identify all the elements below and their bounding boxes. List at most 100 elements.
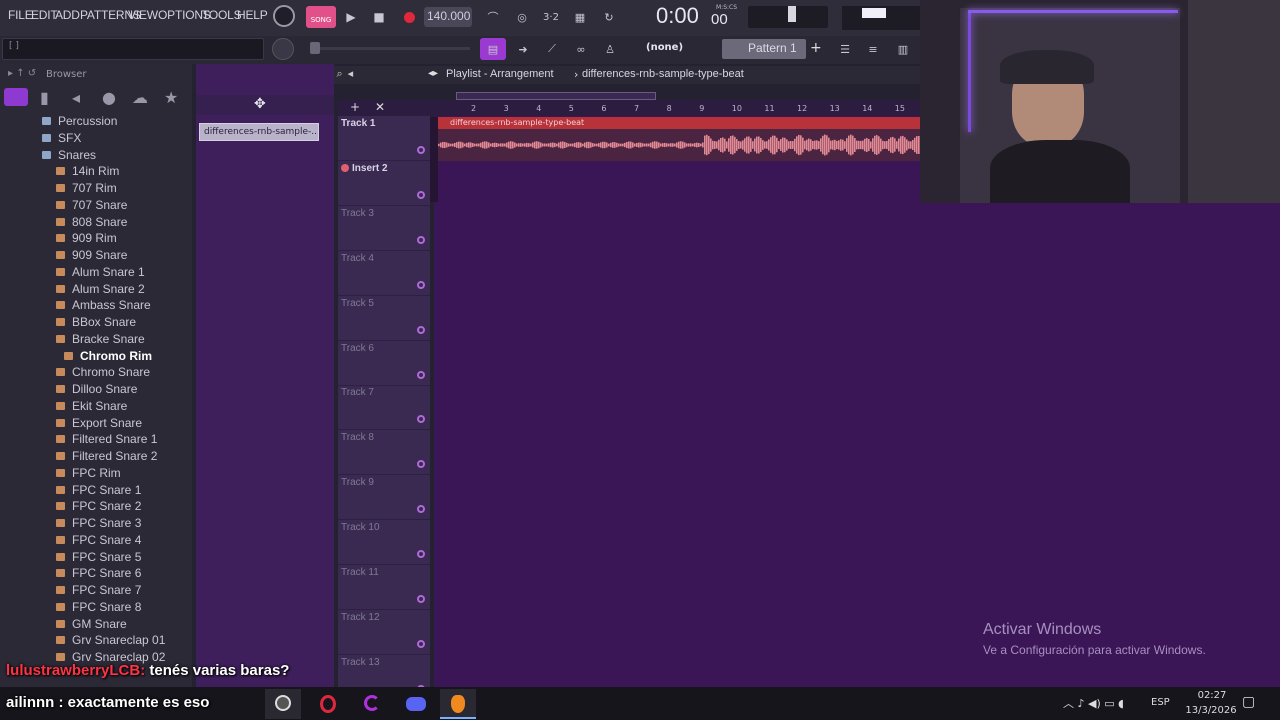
stamp-icon[interactable]: ♙: [597, 38, 623, 60]
track-header[interactable]: Track 6: [338, 341, 430, 386]
browser-item[interactable]: FPC Snare 2: [0, 498, 190, 515]
track-header[interactable]: Track 5: [338, 296, 430, 341]
browser-item[interactable]: Chromo Rim: [0, 348, 190, 365]
record-button[interactable]: [396, 6, 422, 28]
browser-item[interactable]: BBox Snare: [0, 314, 190, 331]
browser-item[interactable]: Ekit Snare: [0, 398, 190, 415]
browser-item[interactable]: 909 Rim: [0, 230, 190, 247]
snap-selector[interactable]: (none): [646, 42, 683, 53]
menu-help[interactable]: HELP: [237, 8, 268, 22]
taskbar-app-discord[interactable]: [398, 689, 434, 719]
track-mute-icon[interactable]: [417, 280, 425, 289]
browser-item[interactable]: Alum Snare 1: [0, 264, 190, 281]
track-mute-icon[interactable]: [417, 146, 425, 154]
browser-item[interactable]: FPC Snare 3: [0, 515, 190, 532]
insert-record-icon[interactable]: [341, 163, 349, 172]
track-header[interactable]: Track 3: [338, 206, 430, 251]
song-position-slider[interactable]: [310, 42, 470, 54]
countdown-icon[interactable]: 3·2: [539, 6, 563, 28]
menu-view[interactable]: VIEW: [128, 8, 158, 22]
browser-filter-button[interactable]: [4, 88, 28, 106]
browser-item[interactable]: FPC Snare 1: [0, 482, 190, 499]
add-track-icon[interactable]: +: [350, 100, 360, 114]
browser-item[interactable]: Dilloo Snare: [0, 381, 190, 398]
file-icon[interactable]: ▮: [40, 88, 49, 107]
track-mute-icon[interactable]: [417, 639, 425, 648]
clock-time[interactable]: 02:27: [1186, 690, 1238, 701]
menu-file[interactable]: FILE: [8, 8, 33, 22]
channel-rack-icon[interactable]: ≡: [860, 38, 886, 60]
browser-item[interactable]: FPC Snare 6: [0, 565, 190, 582]
loop-region[interactable]: [456, 92, 656, 100]
star-icon[interactable]: ★: [164, 88, 178, 107]
picker-expand-icon[interactable]: ✥: [254, 96, 266, 112]
track-mute-icon[interactable]: [417, 325, 425, 334]
browser-item[interactable]: 909 Snare: [0, 247, 190, 264]
browser-item[interactable]: 808 Snare: [0, 214, 190, 231]
track-mute-icon[interactable]: [417, 190, 425, 199]
master-pitch-knob[interactable]: [272, 38, 294, 60]
track-header[interactable]: Track 12: [338, 610, 430, 655]
playlist-icon[interactable]: ▤: [480, 38, 506, 60]
browser-item[interactable]: Export Snare: [0, 415, 190, 432]
play-icon[interactable]: ▶: [338, 6, 364, 28]
piano-roll-icon[interactable]: ▥: [890, 38, 916, 60]
browser-item[interactable]: 14in Rim: [0, 163, 190, 180]
track-mute-icon[interactable]: [417, 460, 425, 469]
link-icon[interactable]: ∞: [568, 38, 594, 60]
stop-icon[interactable]: ■: [366, 6, 392, 28]
track-mute-icon[interactable]: [417, 505, 425, 514]
track-header[interactable]: Track 11: [338, 565, 430, 610]
browser-item[interactable]: FPC Snare 4: [0, 532, 190, 549]
playlist-vscroll[interactable]: [430, 117, 438, 202]
collapse-icon[interactable]: ✕: [375, 100, 385, 114]
track-header[interactable]: Track 7: [338, 385, 430, 431]
track-header[interactable]: Track 1: [338, 116, 430, 161]
song-mode-toggle[interactable]: SONG: [306, 6, 336, 28]
browser-item[interactable]: Grv Snareclap 01: [0, 632, 190, 649]
tray-icons[interactable]: ︿ ♪ ◀) ▭ ◖: [1063, 695, 1124, 711]
browser-item[interactable]: Alum Snare 2: [0, 281, 190, 298]
taskbar-app-obs[interactable]: [265, 689, 301, 719]
browser-folder[interactable]: SFX: [0, 130, 190, 147]
language-indicator[interactable]: ESP: [1151, 697, 1170, 708]
browser-folder[interactable]: Snares: [0, 147, 190, 164]
browser-item[interactable]: Filtered Snare 1: [0, 431, 190, 448]
picker-clip-item[interactable]: differences-rnb-sample-...: [199, 123, 319, 141]
track-mute-icon[interactable]: [417, 595, 425, 603]
browser-item[interactable]: Filtered Snare 2: [0, 448, 190, 465]
track-header[interactable]: Track 10: [338, 520, 430, 566]
taskbar-app-opera[interactable]: [310, 689, 346, 719]
loop-record-icon[interactable]: ↻: [597, 6, 621, 28]
clock-date[interactable]: 13/3/2026: [1180, 705, 1242, 716]
browser-item[interactable]: FPC Rim: [0, 465, 190, 482]
tool-icon[interactable]: ⟋: [539, 38, 565, 60]
browser-item[interactable]: GM Snare: [0, 616, 190, 633]
track-header[interactable]: Track 4: [338, 251, 430, 296]
mixer-icon[interactable]: ☰: [832, 38, 858, 60]
browser-item[interactable]: 707 Rim: [0, 180, 190, 197]
browser-item[interactable]: Ambass Snare: [0, 297, 190, 314]
browser-item[interactable]: FPC Snare 7: [0, 582, 190, 599]
browser-nav-icons[interactable]: ▸ ↑ ↺: [8, 68, 36, 79]
browser-folder[interactable]: Percussion: [0, 113, 190, 130]
pattern-selector[interactable]: Pattern 1: [722, 39, 806, 59]
tempo-display[interactable]: 140.000: [424, 7, 472, 27]
back-icon[interactable]: ◂: [72, 88, 80, 107]
globe-icon[interactable]: ●: [102, 88, 116, 107]
browser-item[interactable]: FPC Snare 8: [0, 599, 190, 616]
timeline-ruler[interactable]: 2 3 4 5 6 7 8 9 10 11 12 13 14 15: [434, 92, 920, 116]
menu-edit[interactable]: EDIT: [31, 8, 58, 22]
notification-icon[interactable]: ▢: [1242, 694, 1255, 710]
arrow-right-icon[interactable]: ➜: [510, 38, 536, 60]
browser-item[interactable]: 707 Snare: [0, 197, 190, 214]
master-pitch-slider[interactable]: [748, 6, 828, 28]
track-header[interactable]: Track 8: [338, 430, 430, 476]
taskbar-app-fl-studio[interactable]: [440, 689, 476, 719]
track-mute-icon[interactable]: [417, 550, 425, 559]
menu-tools[interactable]: TOOLS: [202, 8, 242, 22]
track-header[interactable]: Track 9: [338, 475, 430, 521]
track-header[interactable]: Insert 2: [338, 161, 430, 206]
browser-item[interactable]: Chromo Snare: [0, 364, 190, 381]
menu-add[interactable]: ADD: [55, 8, 80, 22]
